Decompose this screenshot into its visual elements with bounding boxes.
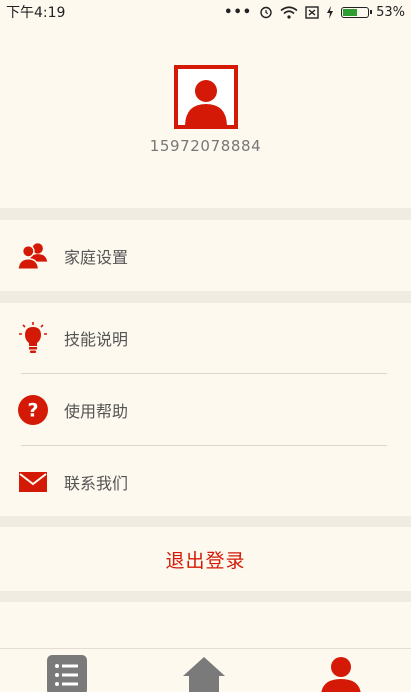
menu-item-label: 家庭设置 xyxy=(64,248,129,267)
menu-item-contact[interactable]: 联系我们 xyxy=(0,447,411,517)
home-icon xyxy=(183,657,225,692)
svg-text:?: ? xyxy=(27,400,38,422)
list-icon xyxy=(47,655,87,692)
users-icon xyxy=(17,240,49,272)
menu-item-family-settings[interactable]: 家庭设置 xyxy=(0,221,411,291)
section-divider xyxy=(0,291,411,303)
wifi-icon xyxy=(280,5,298,19)
logout-button[interactable]: 退出登录 xyxy=(0,527,411,591)
battery-percent: 53% xyxy=(376,4,405,20)
section-divider xyxy=(0,516,411,527)
more-dots-icon: ••• xyxy=(224,4,253,20)
battery-icon xyxy=(341,6,373,18)
menu-item-label: 使用帮助 xyxy=(64,402,129,421)
user-silhouette-icon xyxy=(184,80,227,125)
status-left: 下午4:19 xyxy=(6,2,65,22)
sim-blocked-icon xyxy=(305,5,319,19)
avatar[interactable] xyxy=(173,65,238,129)
question-icon: ? xyxy=(17,394,49,426)
section-divider xyxy=(0,591,411,602)
profile-section: 15972078884 xyxy=(0,65,411,155)
menu-item-skills[interactable]: 技能说明 xyxy=(0,303,411,373)
menu-divider xyxy=(21,373,387,374)
lightbulb-icon xyxy=(17,322,49,354)
menu-item-label: 技能说明 xyxy=(64,330,129,349)
status-bar: 下午4:19 ••• 53% xyxy=(0,0,411,24)
envelope-icon xyxy=(17,466,49,498)
nav-home-button[interactable] xyxy=(179,655,229,692)
phone-number: 15972078884 xyxy=(149,137,262,155)
user-icon xyxy=(321,657,361,692)
nav-list-button[interactable] xyxy=(42,655,92,692)
menu-item-help[interactable]: ? 使用帮助 xyxy=(0,375,411,445)
status-right: ••• 53% xyxy=(224,5,405,20)
status-time: 下午4:19 xyxy=(6,5,66,21)
menu-item-label: 联系我们 xyxy=(64,474,129,493)
nav-profile-button[interactable] xyxy=(316,655,366,692)
alarm-icon xyxy=(260,6,272,19)
bottom-nav xyxy=(0,648,411,692)
menu-divider xyxy=(21,445,387,446)
charging-icon xyxy=(327,5,334,19)
section-divider xyxy=(0,208,411,220)
